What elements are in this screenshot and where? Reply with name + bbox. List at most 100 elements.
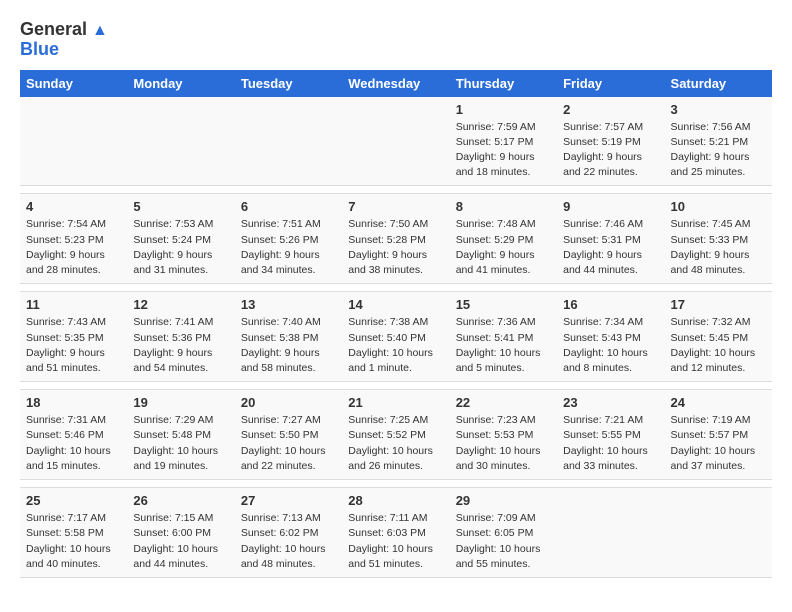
- divider-row-4: [20, 480, 772, 488]
- day-info: Sunrise: 7:34 AM Sunset: 5:43 PM Dayligh…: [563, 315, 658, 376]
- cell-5-4: 28 Sunrise: 7:11 AM Sunset: 6:03 PM Dayli…: [342, 488, 449, 578]
- day-number: 8: [456, 199, 551, 214]
- day-info: Sunrise: 7:15 AM Sunset: 6:00 PM Dayligh…: [133, 511, 228, 572]
- day-info: Sunrise: 7:51 AM Sunset: 5:26 PM Dayligh…: [241, 217, 336, 278]
- day-info: Sunrise: 7:29 AM Sunset: 5:48 PM Dayligh…: [133, 413, 228, 474]
- day-info: Sunrise: 7:46 AM Sunset: 5:31 PM Dayligh…: [563, 217, 658, 278]
- cell-1-1: [20, 97, 127, 186]
- cell-4-5: 22 Sunrise: 7:23 AM Sunset: 5:53 PM Dayli…: [450, 390, 557, 480]
- cell-1-3: [235, 97, 342, 186]
- logo-general-text: General ▲: [20, 20, 108, 40]
- cell-3-6: 16 Sunrise: 7:34 AM Sunset: 5:43 PM Dayli…: [557, 292, 664, 382]
- day-info: Sunrise: 7:41 AM Sunset: 5:36 PM Dayligh…: [133, 315, 228, 376]
- cell-5-7: [665, 488, 772, 578]
- calendar-table: Sunday Monday Tuesday Wednesday Thursday…: [20, 70, 772, 578]
- day-number: 23: [563, 395, 658, 410]
- week-row-2: 4 Sunrise: 7:54 AM Sunset: 5:23 PM Daylig…: [20, 194, 772, 284]
- day-number: 16: [563, 297, 658, 312]
- day-number: 12: [133, 297, 228, 312]
- logo-blue-text: Blue: [20, 40, 108, 60]
- day-number: 18: [26, 395, 121, 410]
- cell-2-7: 10 Sunrise: 7:45 AM Sunset: 5:33 PM Dayli…: [665, 194, 772, 284]
- col-wednesday: Wednesday: [342, 70, 449, 97]
- cell-4-3: 20Sunrise: 7:27 AM Sunset: 5:50 PM Dayli…: [235, 390, 342, 480]
- cell-3-1: 11 Sunrise: 7:43 AM Sunset: 5:35 PM Dayli…: [20, 292, 127, 382]
- day-number: 1: [456, 102, 551, 117]
- cell-4-1: 18 Sunrise: 7:31 AM Sunset: 5:46 PM Dayli…: [20, 390, 127, 480]
- week-row-1: 1 Sunrise: 7:59 AM Sunset: 5:17 PM Daylig…: [20, 97, 772, 186]
- day-info: Sunrise: 7:11 AM Sunset: 6:03 PM Dayligh…: [348, 511, 443, 572]
- cell-1-5: 1 Sunrise: 7:59 AM Sunset: 5:17 PM Daylig…: [450, 97, 557, 186]
- day-number: 2: [563, 102, 658, 117]
- col-monday: Monday: [127, 70, 234, 97]
- calendar-header-row: Sunday Monday Tuesday Wednesday Thursday…: [20, 70, 772, 97]
- day-number: 26: [133, 493, 228, 508]
- cell-5-2: 26 Sunrise: 7:15 AM Sunset: 6:00 PM Dayli…: [127, 488, 234, 578]
- day-info: Sunrise: 7:19 AM Sunset: 5:57 PM Dayligh…: [671, 413, 766, 474]
- day-number: 25: [26, 493, 121, 508]
- cell-3-7: 17Sunrise: 7:32 AM Sunset: 5:45 PM Dayli…: [665, 292, 772, 382]
- divider-row-3: [20, 382, 772, 390]
- day-info: Sunrise: 7:43 AM Sunset: 5:35 PM Dayligh…: [26, 315, 121, 376]
- logo: General ▲Blue: [20, 20, 108, 60]
- day-info: Sunrise: 7:21 AM Sunset: 5:55 PM Dayligh…: [563, 413, 658, 474]
- cell-2-3: 6 Sunrise: 7:51 AM Sunset: 5:26 PM Daylig…: [235, 194, 342, 284]
- cell-3-3: 13Sunrise: 7:40 AM Sunset: 5:38 PM Dayli…: [235, 292, 342, 382]
- day-number: 4: [26, 199, 121, 214]
- day-info: Sunrise: 7:48 AM Sunset: 5:29 PM Dayligh…: [456, 217, 551, 278]
- cell-5-6: [557, 488, 664, 578]
- cell-1-6: 2 Sunrise: 7:57 AM Sunset: 5:19 PM Daylig…: [557, 97, 664, 186]
- day-info: Sunrise: 7:31 AM Sunset: 5:46 PM Dayligh…: [26, 413, 121, 474]
- day-info: Sunrise: 7:59 AM Sunset: 5:17 PM Dayligh…: [456, 120, 551, 181]
- day-number: 21: [348, 395, 443, 410]
- day-info: Sunrise: 7:17 AM Sunset: 5:58 PM Dayligh…: [26, 511, 121, 572]
- day-number: 14: [348, 297, 443, 312]
- cell-1-7: 3 Sunrise: 7:56 AM Sunset: 5:21 PM Daylig…: [665, 97, 772, 186]
- day-number: 24: [671, 395, 766, 410]
- cell-3-5: 15Sunrise: 7:36 AM Sunset: 5:41 PM Dayli…: [450, 292, 557, 382]
- day-number: 11: [26, 297, 121, 312]
- divider-row-2: [20, 284, 772, 292]
- day-number: 29: [456, 493, 551, 508]
- day-info: Sunrise: 7:36 AM Sunset: 5:41 PM Dayligh…: [456, 315, 551, 376]
- cell-2-4: 7 Sunrise: 7:50 AM Sunset: 5:28 PM Daylig…: [342, 194, 449, 284]
- day-number: 6: [241, 199, 336, 214]
- col-friday: Friday: [557, 70, 664, 97]
- cell-5-5: 29Sunrise: 7:09 AM Sunset: 6:05 PM Dayli…: [450, 488, 557, 578]
- cell-2-1: 4 Sunrise: 7:54 AM Sunset: 5:23 PM Daylig…: [20, 194, 127, 284]
- col-thursday: Thursday: [450, 70, 557, 97]
- day-number: 17: [671, 297, 766, 312]
- day-info: Sunrise: 7:50 AM Sunset: 5:28 PM Dayligh…: [348, 217, 443, 278]
- day-info: Sunrise: 7:25 AM Sunset: 5:52 PM Dayligh…: [348, 413, 443, 474]
- week-row-5: 25 Sunrise: 7:17 AM Sunset: 5:58 PM Dayli…: [20, 488, 772, 578]
- week-row-4: 18 Sunrise: 7:31 AM Sunset: 5:46 PM Dayli…: [20, 390, 772, 480]
- cell-2-5: 8 Sunrise: 7:48 AM Sunset: 5:29 PM Daylig…: [450, 194, 557, 284]
- day-number: 5: [133, 199, 228, 214]
- day-info: Sunrise: 7:23 AM Sunset: 5:53 PM Dayligh…: [456, 413, 551, 474]
- day-info: Sunrise: 7:57 AM Sunset: 5:19 PM Dayligh…: [563, 120, 658, 181]
- cell-3-4: 14Sunrise: 7:38 AM Sunset: 5:40 PM Dayli…: [342, 292, 449, 382]
- cell-5-1: 25 Sunrise: 7:17 AM Sunset: 5:58 PM Dayli…: [20, 488, 127, 578]
- day-info: Sunrise: 7:45 AM Sunset: 5:33 PM Dayligh…: [671, 217, 766, 278]
- cell-4-6: 23 Sunrise: 7:21 AM Sunset: 5:55 PM Dayli…: [557, 390, 664, 480]
- cell-2-2: 5 Sunrise: 7:53 AM Sunset: 5:24 PM Daylig…: [127, 194, 234, 284]
- day-number: 10: [671, 199, 766, 214]
- day-info: Sunrise: 7:53 AM Sunset: 5:24 PM Dayligh…: [133, 217, 228, 278]
- day-number: 27: [241, 493, 336, 508]
- day-info: Sunrise: 7:27 AM Sunset: 5:50 PM Dayligh…: [241, 413, 336, 474]
- cell-4-7: 24 Sunrise: 7:19 AM Sunset: 5:57 PM Dayli…: [665, 390, 772, 480]
- cell-5-3: 27Sunrise: 7:13 AM Sunset: 6:02 PM Dayli…: [235, 488, 342, 578]
- week-row-3: 11 Sunrise: 7:43 AM Sunset: 5:35 PM Dayli…: [20, 292, 772, 382]
- day-number: 7: [348, 199, 443, 214]
- day-number: 13: [241, 297, 336, 312]
- day-number: 3: [671, 102, 766, 117]
- day-number: 28: [348, 493, 443, 508]
- day-number: 22: [456, 395, 551, 410]
- cell-2-6: 9Sunrise: 7:46 AM Sunset: 5:31 PM Daylig…: [557, 194, 664, 284]
- col-sunday: Sunday: [20, 70, 127, 97]
- cell-4-2: 19Sunrise: 7:29 AM Sunset: 5:48 PM Dayli…: [127, 390, 234, 480]
- page-header: General ▲Blue: [20, 20, 772, 60]
- day-info: Sunrise: 7:54 AM Sunset: 5:23 PM Dayligh…: [26, 217, 121, 278]
- col-saturday: Saturday: [665, 70, 772, 97]
- day-info: Sunrise: 7:56 AM Sunset: 5:21 PM Dayligh…: [671, 120, 766, 181]
